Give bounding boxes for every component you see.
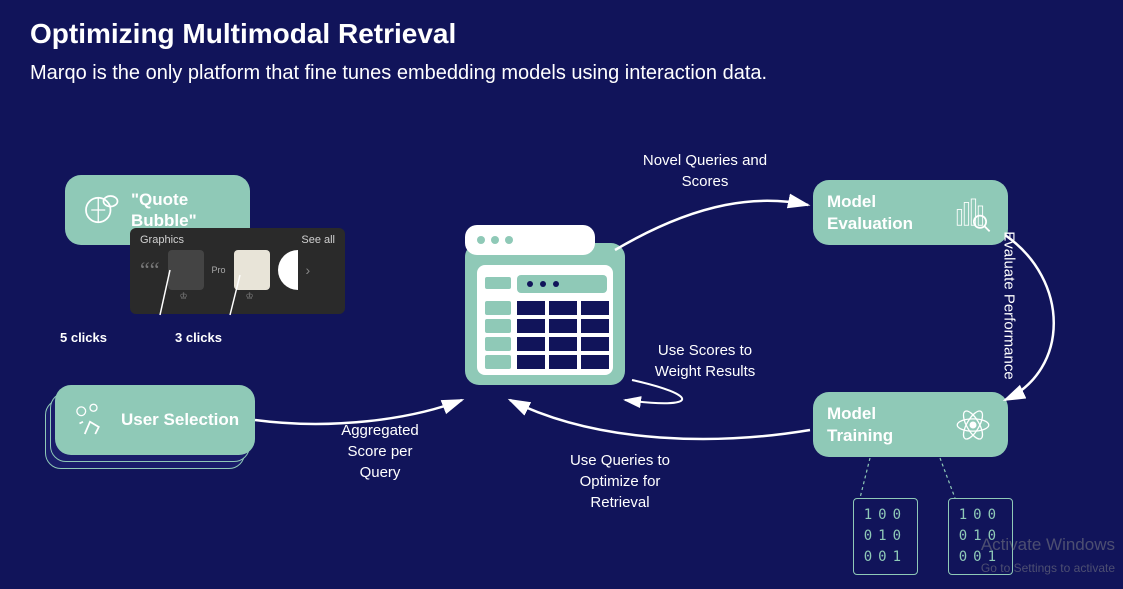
- label-evaluate-performance: Evaluate Performance: [998, 231, 1019, 379]
- label-use-scores: Use Scores to Weight Results: [640, 340, 770, 382]
- crown-icon: ♔: [246, 291, 254, 302]
- chart-magnify-icon: [952, 192, 994, 234]
- chevron-right-icon[interactable]: ›: [306, 262, 311, 278]
- crown-icon: ♔: [180, 291, 188, 302]
- matrix-output: 100 010 001: [853, 498, 918, 575]
- card-model-training: Model Training: [813, 392, 1008, 457]
- windows-watermark-sub: Go to Settings to activate: [981, 561, 1115, 575]
- graphics-header: Graphics: [140, 234, 184, 246]
- graphics-item[interactable]: ♔: [168, 250, 204, 290]
- graphics-item[interactable]: [278, 250, 298, 290]
- matrix-row: 100: [864, 505, 907, 526]
- page-title: Optimizing Multimodal Retrieval: [30, 18, 456, 50]
- head-speech-icon: [79, 189, 121, 231]
- clicks-3-label: 3 clicks: [175, 330, 222, 345]
- label-use-queries: Use Queries to Optimize for Retrieval: [555, 450, 685, 513]
- matrix-row: 001: [864, 547, 907, 568]
- page-subtitle: Marqo is the only platform that fine tun…: [30, 62, 767, 85]
- matrix-row: 100: [959, 505, 1002, 526]
- label-aggregated-score: Aggregated Score per Query: [325, 420, 435, 483]
- quote-glyph-icon: ““: [140, 257, 160, 283]
- label-novel-queries: Novel Queries and Scores: [640, 150, 770, 192]
- matrix-row: 010: [864, 526, 907, 547]
- card-user-selection: User Selection: [55, 385, 255, 455]
- hand-select-icon: [69, 399, 111, 441]
- graphics-pro-label: Pro: [212, 265, 226, 275]
- graphics-panel: Graphics See all ““ ♔ Pro ♔ ›: [130, 228, 345, 314]
- browser-data-icon: [455, 225, 635, 395]
- graphics-seeall[interactable]: See all: [301, 234, 335, 246]
- card-label: User Selection: [121, 409, 239, 430]
- card-label: Model Training: [827, 403, 942, 446]
- card-model-evaluation: Model Evaluation: [813, 180, 1008, 245]
- windows-watermark: Activate Windows: [981, 535, 1115, 555]
- card-label: Model Evaluation: [827, 191, 942, 234]
- graphics-item[interactable]: ♔: [234, 250, 270, 290]
- clicks-5-label: 5 clicks: [60, 330, 107, 345]
- card-label: "Quote Bubble": [131, 189, 236, 232]
- atom-icon: [952, 404, 994, 446]
